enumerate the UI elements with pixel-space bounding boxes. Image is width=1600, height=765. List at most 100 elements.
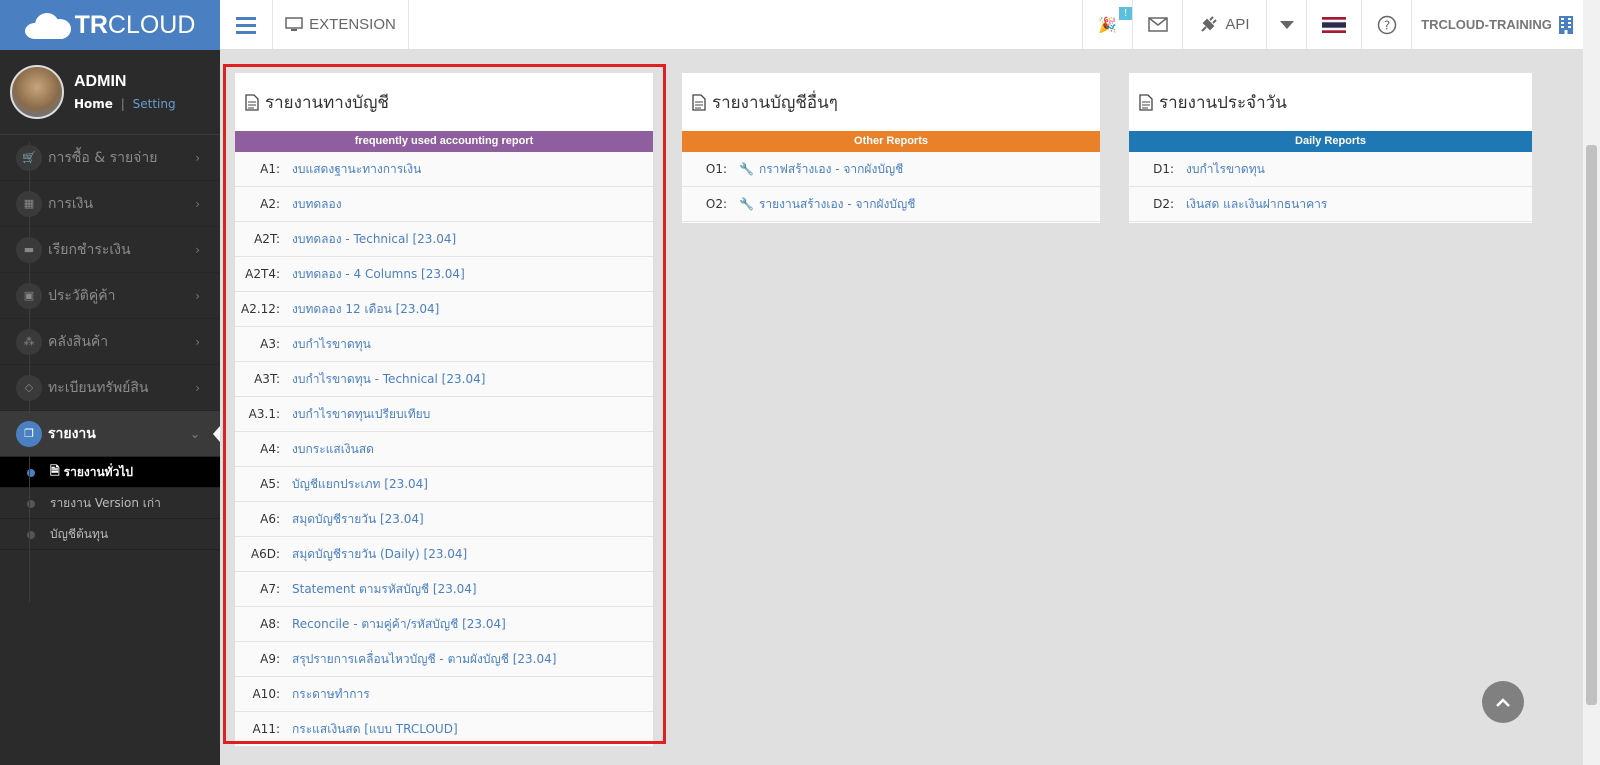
- report-row: A11: กระแสเงินสด [แบบ TRCLOUD]: [235, 712, 653, 747]
- sidebar-item-calendar[interactable]: ▦ การเงิน ›: [0, 181, 220, 227]
- user-name: ADMIN: [74, 73, 127, 90]
- panel-title: รายงานทางบัญชี: [265, 92, 389, 113]
- report-link-label: งบทดลอง 12 เดือน [23.04]: [292, 301, 440, 316]
- report-link[interactable]: งบทดลอง - Technical [23.04]: [292, 230, 456, 249]
- chevron-right-icon: ›: [195, 150, 200, 165]
- sidebar-item-cart[interactable]: 🛒 การซื้อ & รายจ่าย ›: [0, 135, 220, 181]
- report-link-label: งบทดลอง: [292, 196, 342, 211]
- report-link[interactable]: 🔧 กราฟสร้างเอง - จากผังบัญชี: [739, 160, 903, 179]
- company-name: TRCLOUD-TRAINING: [1421, 17, 1552, 32]
- panel-header-bar: Other Reports: [682, 131, 1100, 152]
- user-profile: ADMIN Home | Setting: [0, 50, 220, 135]
- avatar[interactable]: [10, 65, 64, 119]
- report-link[interactable]: งบทดลอง - 4 Columns [23.04]: [292, 265, 465, 284]
- scrollbar-thumb[interactable]: [1586, 145, 1597, 705]
- report-link[interactable]: งบทดลอง 12 เดือน [23.04]: [292, 300, 439, 319]
- report-link[interactable]: งบแสดงฐานะทางการเงิน: [292, 160, 421, 179]
- report-link-label: งบแสดงฐานะทางการเงิน: [292, 161, 422, 176]
- report-code: A2T4:: [245, 267, 280, 281]
- panel-header-bar: Daily Reports: [1129, 131, 1532, 152]
- notification-button[interactable]: 🎉 !: [1082, 0, 1132, 49]
- dropdown-toggle[interactable]: [1266, 0, 1306, 49]
- report-link[interactable]: งบกระแสเงินสด: [292, 440, 374, 459]
- report-link[interactable]: เงินสด และเงินฝากธนาคาร: [1186, 195, 1327, 214]
- report-link[interactable]: งบกำไรขาดทุน - Technical [23.04]: [292, 370, 485, 389]
- report-link[interactable]: บัญชีแยกประเภท [23.04]: [292, 475, 428, 494]
- report-code: A2:: [260, 197, 280, 211]
- scroll-to-top-button[interactable]: [1482, 681, 1524, 723]
- sidebar-subitem[interactable]: 🗎 รายงานทั่วไป: [0, 457, 220, 488]
- report-code: A8:: [260, 617, 280, 631]
- sidebar-item-credit-card[interactable]: ▬ เรียกชำระเงิน ›: [0, 227, 220, 273]
- report-link[interactable]: กระแสเงินสด [แบบ TRCLOUD]: [292, 720, 458, 739]
- chevron-right-icon: ›: [195, 242, 200, 257]
- extension-menu[interactable]: EXTENSION: [273, 0, 409, 49]
- cubes-icon: ⁂: [16, 328, 42, 355]
- sidebar-toggle-button[interactable]: [220, 0, 273, 49]
- sidebar-subitem-label: รายงานทั่วไป: [63, 464, 133, 479]
- report-code: A10:: [252, 687, 280, 701]
- report-link[interactable]: กระดาษทำการ: [292, 685, 370, 704]
- report-link-label: กระดาษทำการ: [292, 686, 370, 701]
- brand-logo[interactable]: TRCLOUD: [0, 0, 220, 50]
- report-row: A6D: สมุดบัญชีรายวัน (Daily) [23.04]: [235, 537, 653, 572]
- home-link[interactable]: Home: [74, 97, 113, 111]
- building-icon: [1558, 15, 1573, 34]
- setting-link[interactable]: Setting: [133, 97, 176, 111]
- company-switcher[interactable]: TRCLOUD-TRAINING: [1411, 0, 1583, 49]
- report-link-label: สรุปรายการเคลื่อนไหวบัญชี - ตามผังบัญชี …: [292, 651, 557, 666]
- report-link-label: Reconcile - ตามคู่ค้า/รหัสบัญชี [23.04]: [292, 616, 506, 631]
- report-link[interactable]: Reconcile - ตามคู่ค้า/รหัสบัญชี [23.04]: [292, 615, 506, 634]
- report-code: A4:: [260, 442, 280, 456]
- sidebar-subitem[interactable]: บัญชีต้นทุน: [0, 519, 220, 550]
- page-scrollbar[interactable]: [1583, 0, 1600, 765]
- report-link-label: สมุดบัญชีรายวัน (Daily) [23.04]: [292, 546, 468, 561]
- report-row: A3.1: งบกำไรขาดทุนเปรียบเทียบ: [235, 397, 653, 432]
- report-code: A5:: [260, 477, 280, 491]
- report-link[interactable]: งบกำไรขาดทุนเปรียบเทียบ: [292, 405, 430, 424]
- api-button[interactable]: API: [1182, 0, 1266, 49]
- sidebar-item-contact-card[interactable]: ▣ ประวัติคู่ค้า ›: [0, 273, 220, 319]
- report-link[interactable]: สมุดบัญชีรายวัน (Daily) [23.04]: [292, 545, 467, 564]
- thai-flag-icon: [1322, 16, 1346, 33]
- sidebar-item-cubes[interactable]: ⁂ คลังสินค้า ›: [0, 319, 220, 365]
- chevron-right-icon: ›: [195, 288, 200, 303]
- report-row: A9: สรุปรายการเคลื่อนไหวบัญชี - ตามผังบั…: [235, 642, 653, 677]
- panel-title: รายงานบัญชีอื่นๆ: [712, 92, 838, 113]
- report-link[interactable]: 🔧 รายงานสร้างเอง - จากผังบัญชี: [739, 195, 915, 214]
- help-button[interactable]: ?: [1361, 0, 1411, 49]
- party-popper-icon: 🎉: [1098, 16, 1117, 34]
- report-link-label: รายงานสร้างเอง - จากผังบัญชี: [758, 196, 916, 211]
- report-code: A7:: [260, 582, 280, 596]
- sidebar-item-copy[interactable]: ❐ รายงาน ⌄: [0, 411, 220, 457]
- report-link[interactable]: งบกำไรขาดทุน: [1186, 160, 1265, 179]
- report-row: A2T4: งบทดลอง - 4 Columns [23.04]: [235, 257, 653, 292]
- report-link[interactable]: งบกำไรขาดทุน: [292, 335, 371, 354]
- extension-label: EXTENSION: [309, 16, 396, 33]
- report-link-label: งบทดลอง - Technical [23.04]: [292, 231, 457, 246]
- report-code: O2:: [705, 197, 727, 211]
- sidebar-item-diamond[interactable]: ◇ ทะเบียนทรัพย์สิน ›: [0, 365, 220, 411]
- messages-button[interactable]: [1132, 0, 1182, 49]
- report-link[interactable]: สมุดบัญชีรายวัน [23.04]: [292, 510, 424, 529]
- report-row: A3T: งบกำไรขาดทุน - Technical [23.04]: [235, 362, 653, 397]
- wrench-icon: 🔧: [739, 197, 754, 211]
- chevron-right-icon: ›: [195, 334, 200, 349]
- sidebar-item-label: การซื้อ & รายจ่าย: [48, 149, 158, 166]
- sidebar-item-label: รายงาน: [48, 425, 96, 442]
- sidebar-subitem[interactable]: รายงาน Version เก่า: [0, 488, 220, 519]
- report-link[interactable]: สรุปรายการเคลื่อนไหวบัญชี - ตามผังบัญชี …: [292, 650, 556, 669]
- question-circle-icon: ?: [1377, 15, 1396, 34]
- report-link-label: บัญชีแยกประเภท [23.04]: [292, 476, 428, 491]
- panel-title: รายงานประจำวัน: [1159, 92, 1287, 113]
- svg-text:?: ?: [1383, 18, 1389, 32]
- report-code: A2T:: [254, 232, 280, 246]
- report-row: O2: 🔧 รายงานสร้างเอง - จากผังบัญชี: [682, 187, 1100, 222]
- report-row: A2.12: งบทดลอง 12 เดือน [23.04]: [235, 292, 653, 327]
- report-row: A8: Reconcile - ตามคู่ค้า/รหัสบัญชี [23.…: [235, 607, 653, 642]
- report-link[interactable]: Statement ตามรหัสบัญชี [23.04]: [292, 580, 477, 599]
- report-link[interactable]: งบทดลอง: [292, 195, 342, 214]
- api-label: API: [1225, 16, 1250, 33]
- panel-header-bar: frequently used accounting report: [235, 131, 653, 152]
- language-button[interactable]: [1306, 0, 1361, 49]
